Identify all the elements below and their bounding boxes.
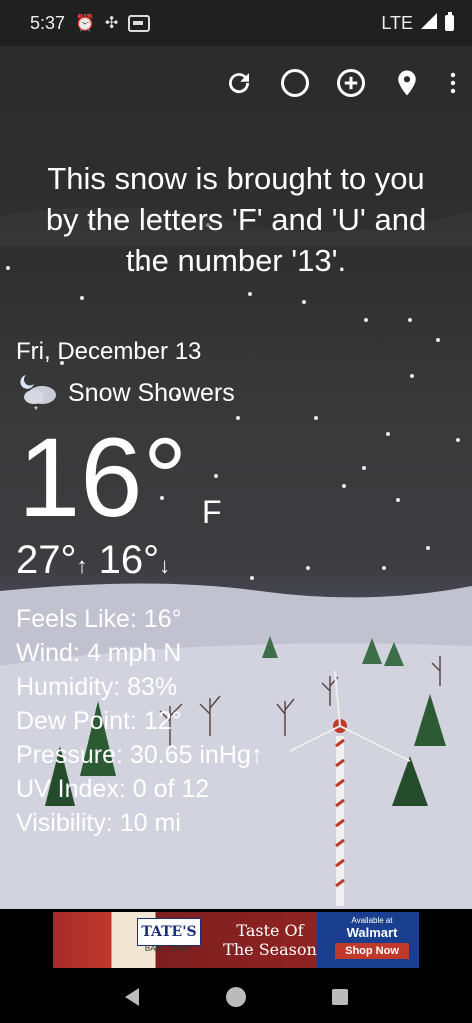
back-button[interactable] bbox=[120, 985, 144, 1009]
gboard-icon bbox=[128, 14, 151, 32]
ad-brand-logo: TATE'S bbox=[137, 918, 201, 946]
ad-shop-now-button[interactable]: Shop Now bbox=[335, 943, 409, 959]
location-pin-icon bbox=[398, 70, 416, 96]
recents-button[interactable] bbox=[328, 985, 352, 1009]
temperature-unit: F bbox=[202, 494, 222, 530]
alarm-icon: ⏰ bbox=[75, 15, 95, 32]
battery-icon bbox=[445, 12, 454, 31]
status-right: LTE bbox=[381, 12, 454, 34]
network-type: LTE bbox=[381, 12, 413, 33]
up-arrow-icon: ↑ bbox=[76, 553, 88, 578]
weather-scene: This snow is brought to you by the lette… bbox=[0, 46, 472, 909]
forecast-date: Fri, December 13 bbox=[16, 338, 202, 365]
ad-bar: TATE'S BAKE SHOP Taste Of The Season Ava… bbox=[0, 909, 472, 971]
humidity: Humidity: 83% bbox=[16, 673, 178, 701]
home-button[interactable] bbox=[224, 985, 248, 1009]
weather-details: Feels Like: 16° Wind: 4 mph N Humidity: … bbox=[16, 602, 263, 840]
ad-retailer-name: Walmart bbox=[346, 925, 398, 940]
more-options-button[interactable] bbox=[448, 68, 458, 98]
more-vert-icon bbox=[450, 72, 456, 94]
ad-retailer: Available at Walmart Shop Now bbox=[329, 916, 415, 959]
night-snow-cloud-icon: * bbox=[20, 375, 56, 415]
high-temp: 27° bbox=[16, 538, 77, 582]
current-temperature: 16° bbox=[18, 415, 188, 540]
ad-headline-2: The Season bbox=[223, 940, 317, 959]
feels-like: Feels Like: 16° bbox=[16, 605, 182, 633]
add-location-button[interactable] bbox=[336, 68, 366, 98]
system-nav-bar bbox=[0, 971, 472, 1023]
status-time: 5:37 bbox=[30, 12, 66, 33]
ad-available-at: Available at bbox=[351, 916, 393, 925]
high-low-temps: 27°↑ 16°↓ bbox=[16, 538, 170, 583]
low-temp: 16° bbox=[98, 538, 160, 582]
uv-index: UV Index: 0 of 12 bbox=[16, 775, 210, 803]
back-icon bbox=[125, 988, 139, 1006]
toolbar bbox=[224, 68, 458, 98]
quip-line-2: by the letters 'F' and 'U' and bbox=[45, 202, 427, 237]
wind: Wind: 4 mph N bbox=[16, 639, 182, 667]
ad-headline: Taste Of The Season bbox=[215, 921, 325, 959]
fan-icon: ✣ bbox=[104, 15, 119, 32]
ad-brand-sub: BAKE SHOP bbox=[144, 944, 192, 953]
status-left: 5:37 ⏰ ✣ bbox=[30, 12, 151, 34]
svg-text:*: * bbox=[34, 405, 38, 415]
ad-headline-1: Taste Of bbox=[236, 921, 304, 940]
pressure: Pressure: 30.65 inHg↑ bbox=[16, 741, 264, 769]
condition-row: * Snow Showers bbox=[16, 371, 235, 415]
theme-icon bbox=[281, 69, 309, 97]
quip-line-1: This snow is brought to you bbox=[47, 161, 425, 196]
condition-text: Snow Showers bbox=[68, 378, 235, 407]
location-pin-button[interactable] bbox=[392, 68, 422, 98]
visibility: Visibility: 10 mi bbox=[16, 809, 181, 837]
home-icon bbox=[226, 987, 246, 1007]
recents-icon bbox=[332, 989, 348, 1005]
refresh-icon bbox=[229, 73, 250, 94]
down-arrow-icon: ↓ bbox=[159, 553, 171, 578]
dew-point: Dew Point: 12° bbox=[16, 707, 182, 735]
theme-button[interactable] bbox=[280, 68, 310, 98]
quip-line-3: the number '13'. bbox=[125, 243, 347, 278]
add-location-icon bbox=[337, 69, 365, 97]
refresh-button[interactable] bbox=[224, 68, 254, 98]
signal-icon bbox=[421, 12, 437, 34]
status-bar: 5:37 ⏰ ✣ LTE bbox=[0, 0, 472, 46]
ad-banner[interactable]: TATE'S BAKE SHOP Taste Of The Season Ava… bbox=[53, 912, 419, 968]
weather-quip: This snow is brought to you by the lette… bbox=[0, 158, 472, 281]
